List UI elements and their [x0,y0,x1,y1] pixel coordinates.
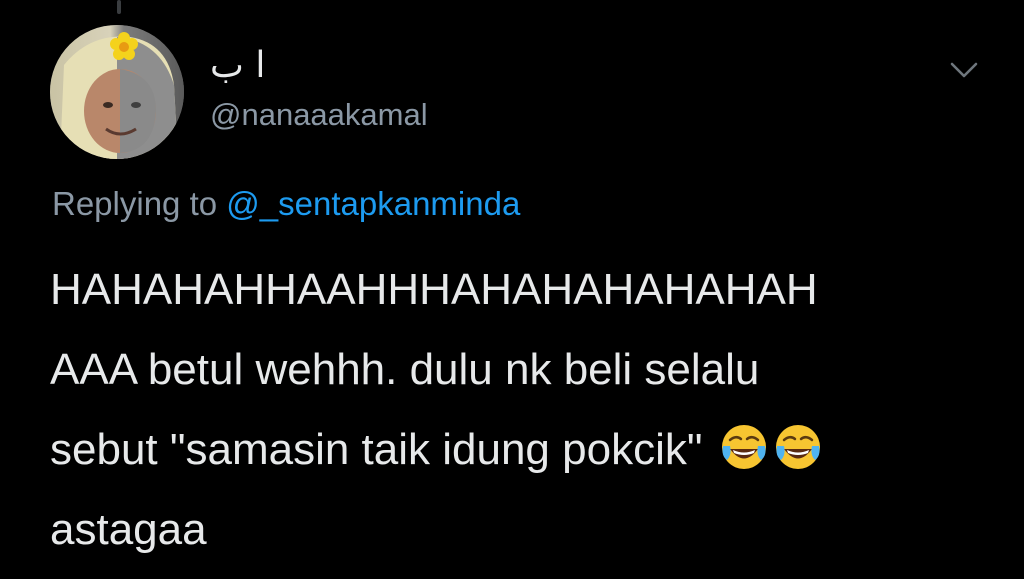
tweet-text: HAHAHAHHAAHHHAHAHAHAHAHAH AAA betul wehh… [50,250,990,570]
face-with-tears-of-joy-icon [775,425,820,469]
author-display-name[interactable]: ا ب [210,46,265,86]
replying-to-mention-link[interactable]: @_sentapkanminda [226,185,520,222]
face-with-tears-of-joy-icon [721,425,766,469]
replying-to-label: Replying to [52,185,218,222]
tweet-text-line: HAHAHAHHAAHHHAHAHAHAHAHAH [50,265,818,314]
tweet-text-line: sebut "samasin taik idung pokcik" [50,425,703,474]
avatar-photo [50,25,184,159]
tweet-text-line: AAA betul wehhh. dulu nk beli selalu [50,345,760,394]
tweet-text-line: astagaa [50,505,207,554]
avatar[interactable] [50,25,184,159]
chevron-down-icon[interactable] [948,58,980,82]
thread-connector-line [117,0,121,14]
replying-to-line: Replying to @_sentapkanminda [52,183,520,225]
tweet-text-line-with-emoji: sebut "samasin taik idung pokcik" [50,410,990,490]
author-handle[interactable]: @nanaaakamal [210,96,428,134]
